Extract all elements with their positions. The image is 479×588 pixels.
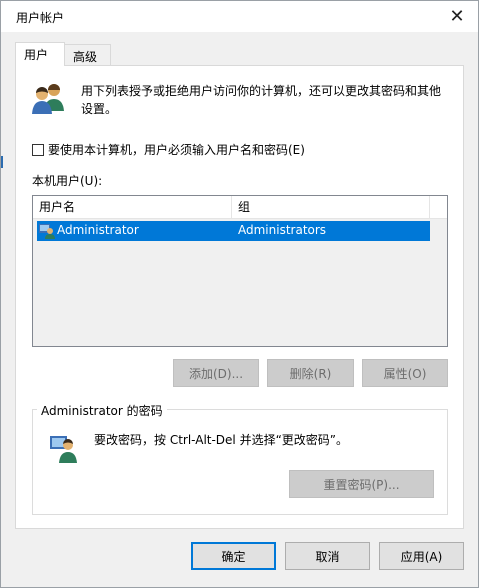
password-group-title: Administrator 的密码 <box>37 402 167 419</box>
remove-user-button-label: 删除(R) <box>289 366 332 381</box>
users-listview[interactable]: 用户名 组 Administrator Administrators <box>32 195 448 347</box>
properties-button-label: 属性(O) <box>383 366 427 381</box>
apply-button-label: 应用(A) <box>400 549 443 564</box>
cell-group: Administrators <box>238 223 327 237</box>
window-title: 用户帐户 <box>16 11 65 25</box>
reset-password-button-label: 重置密码(P)... <box>323 477 400 492</box>
reset-password-button[interactable]: 重置密码(P)... <box>289 470 434 498</box>
local-users-label: 本机用户(U): <box>32 174 103 188</box>
properties-button[interactable]: 属性(O) <box>362 359 448 387</box>
users-icon <box>32 84 64 114</box>
close-button[interactable]: ✕ <box>446 5 468 27</box>
password-groupbox <box>32 409 448 515</box>
cancel-button[interactable]: 取消 <box>285 542 370 570</box>
tab-advanced[interactable]: 高级 <box>64 44 111 66</box>
users-description: 用下列表授予或拒绝用户访问你的计算机，还可以更改其密码和其他设置。 <box>81 84 442 116</box>
ok-button[interactable]: 确定 <box>191 542 276 570</box>
table-row[interactable]: Administrator Administrators <box>37 221 430 241</box>
add-user-button-label: 添加(D)... <box>188 366 244 381</box>
remove-user-button[interactable]: 删除(R) <box>267 359 354 387</box>
close-icon: ✕ <box>449 5 465 27</box>
password-description: 要改密码，按 Ctrl-Alt-Del 并选择“更改密码”。 <box>94 433 349 447</box>
require-login-checkbox[interactable] <box>32 143 44 156</box>
column-header-group[interactable]: 组 <box>232 196 430 218</box>
cell-username: Administrator <box>57 223 139 237</box>
user-icon <box>50 436 77 463</box>
add-user-button[interactable]: 添加(D)... <box>173 359 259 387</box>
user-row-icon <box>39 224 55 239</box>
list-header: 用户名 组 <box>33 196 447 219</box>
tab-users-label: 用户 <box>24 48 49 62</box>
focus-edge-mark <box>1 156 3 168</box>
require-login-option[interactable]: 要使用本计算机，用户必须输入用户名和密码(E) <box>32 141 305 158</box>
user-accounts-dialog: 用户帐户 ✕ 用户 高级 用下列表授予或拒绝用户访问你的计算机，还可以更改其密码… <box>0 0 479 588</box>
column-header-username[interactable]: 用户名 <box>33 196 232 218</box>
title-bar: 用户帐户 ✕ <box>1 1 478 32</box>
cancel-button-label: 取消 <box>315 549 340 564</box>
apply-button[interactable]: 应用(A) <box>379 542 464 570</box>
require-login-label: 要使用本计算机，用户必须输入用户名和密码(E) <box>48 143 305 157</box>
ok-button-label: 确定 <box>221 549 246 564</box>
tab-advanced-label: 高级 <box>73 50 98 64</box>
tab-users[interactable]: 用户 <box>15 42 65 66</box>
